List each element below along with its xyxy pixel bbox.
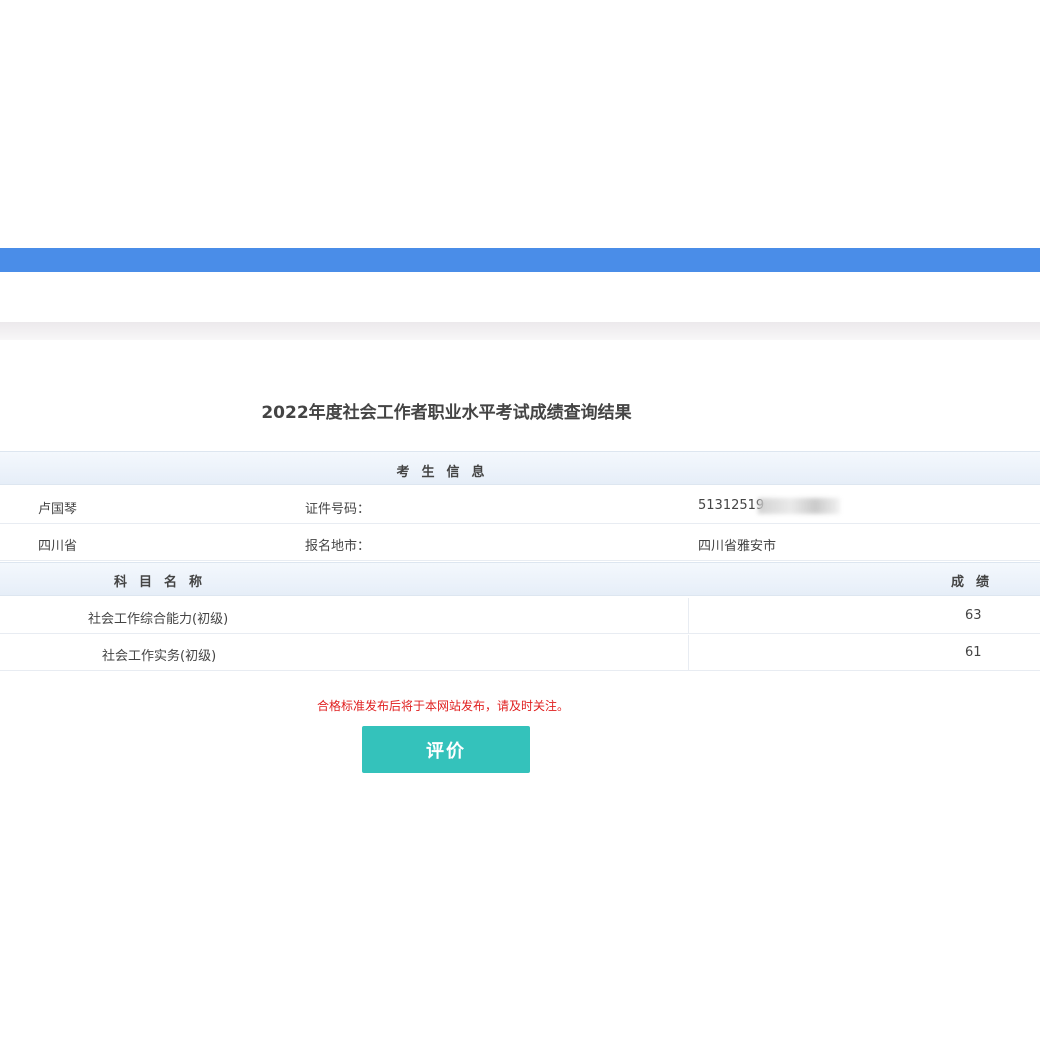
subject-name: 社会工作实务(初级)	[102, 649, 217, 664]
subject-score: 61	[965, 645, 982, 660]
candidate-row-identity: 卢国琴 证件号码： 51312519	[0, 488, 1040, 524]
subject-column-header: 科目名称	[114, 575, 215, 590]
id-label: 证件号码：	[305, 502, 371, 517]
candidate-info-title: 考生信息	[396, 465, 497, 480]
candidate-name: 卢国琴	[38, 502, 78, 517]
score-row: 社会工作综合能力(初级) 63	[0, 598, 1040, 634]
score-row: 社会工作实务(初级) 61	[0, 635, 1040, 671]
candidate-province: 四川省	[38, 539, 78, 554]
score-table-header: 科目名称 成绩	[0, 562, 1040, 596]
column-divider	[688, 598, 689, 634]
top-nav-bar	[0, 248, 1040, 272]
header-divider	[0, 322, 1040, 340]
page-title: 2022年度社会工作者职业水平考试成绩查询结果	[261, 403, 632, 423]
city-label: 报名地市：	[305, 539, 371, 554]
notice-text: 合格标准发布后将于本网站发布，请及时关注。	[316, 699, 569, 713]
evaluate-button[interactable]: 评价	[362, 726, 530, 773]
city-value: 四川省雅安市	[698, 539, 777, 554]
score-column-header: 成绩	[951, 575, 1002, 590]
subject-name: 社会工作综合能力(初级)	[88, 612, 229, 627]
column-divider	[688, 635, 689, 671]
subject-score: 63	[965, 608, 982, 623]
id-number-visible: 51312519	[698, 498, 765, 513]
id-number-redaction	[758, 498, 840, 514]
score-result-page: 2022年度社会工作者职业水平考试成绩查询结果 考生信息 卢国琴 证件号码： 5…	[0, 0, 1040, 1040]
candidate-info-header: 考生信息	[0, 451, 1040, 485]
candidate-row-location: 四川省 报名地市： 四川省雅安市	[0, 525, 1040, 561]
